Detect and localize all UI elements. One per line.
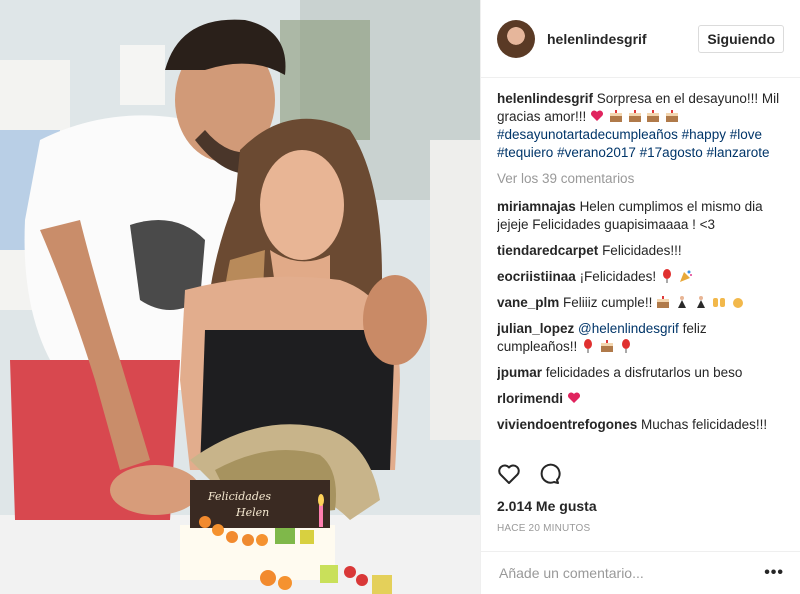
comment-username[interactable]: viviendoentrefogones — [497, 417, 637, 432]
likes-count[interactable]: 2.014 Me gusta — [497, 498, 597, 514]
comment-text: felicidades a disfrutarlos un beso — [545, 365, 743, 380]
hashtag[interactable]: #desayunotartadecumpleaños — [497, 127, 678, 142]
post-timestamp[interactable]: HACE 20 MINUTOS — [497, 523, 590, 534]
comment-username[interactable]: miriamnajas — [497, 199, 576, 214]
comment-text: ¡Felicidades! — [579, 269, 657, 284]
raised-hands-emoji-icon — [713, 298, 726, 307]
hashtag[interactable]: #17agosto — [640, 145, 703, 160]
caption: helenlindesgrif Sorpresa en el desayuno!… — [497, 90, 786, 162]
comment: tiendaredcarpet Felicidades!!! — [497, 242, 786, 260]
hashtag[interactable]: #love — [730, 127, 762, 142]
heart-icon[interactable] — [497, 462, 521, 486]
comment-mention[interactable]: @helenlindesgrif — [578, 321, 679, 336]
hashtag[interactable]: #happy — [682, 127, 726, 142]
heart-emoji-icon — [591, 110, 604, 121]
comment-username[interactable]: rlorimendi — [497, 391, 563, 406]
balloon-emoji-icon — [584, 339, 593, 353]
post-photo[interactable]: Felicidades Helen — [0, 0, 480, 594]
balloon-emoji-icon — [662, 269, 671, 283]
hashtag[interactable]: #lanzarote — [706, 145, 769, 160]
comment: miriamnajas Helen cumplimos el mismo dia… — [497, 198, 786, 234]
comment: viviendoentrefogones Muchas felicidades!… — [497, 416, 786, 434]
add-comment-input[interactable] — [497, 564, 765, 582]
cake-emoji-icon — [600, 340, 613, 352]
add-comment-bar: ••• — [481, 551, 800, 594]
comment: julian_lopez @helenlindesgrif feliz cump… — [497, 320, 786, 356]
cake-emoji-icon — [657, 296, 670, 308]
post-header: helenlindesgrif Siguiendo — [481, 0, 800, 78]
balloon-emoji-icon — [621, 339, 630, 353]
comment: eocriistiinaa ¡Felicidades! — [497, 268, 786, 286]
comment-text: Felicidades!!! — [602, 243, 682, 258]
cake-writing-name: Helen — [235, 506, 269, 519]
cake-writing: Felicidades — [207, 490, 271, 503]
caption-emojis — [590, 109, 680, 124]
comment-username[interactable]: julian_lopez — [497, 321, 574, 336]
more-options-icon[interactable]: ••• — [764, 564, 784, 582]
header-username[interactable]: helenlindesgrif — [547, 31, 698, 47]
cake-emoji-icon — [647, 110, 660, 122]
comment-username[interactable]: eocriistiinaa — [497, 269, 576, 284]
clapping-hands-emoji-icon — [733, 298, 744, 308]
view-all-comments-link[interactable]: Ver los 39 comentarios — [497, 170, 786, 188]
heart-emoji-icon — [567, 392, 580, 403]
comment-username[interactable]: vane_plm — [497, 295, 559, 310]
post-side-panel: helenlindesgrif Siguiendo helenlindesgri… — [480, 0, 800, 594]
comment: rlorimendi — [497, 390, 786, 408]
avatar[interactable] — [497, 19, 535, 58]
party-popper-emoji-icon — [679, 270, 692, 282]
following-button[interactable]: Siguiendo — [698, 24, 784, 53]
dancer-emoji-icon — [677, 296, 686, 308]
photo-illustration: Felicidades Helen — [0, 0, 480, 594]
cake-emoji-icon — [609, 110, 622, 122]
comment: vane_plm Feliiiz cumple!! — [497, 294, 786, 312]
comment-text: Muchas felicidades!!! — [641, 417, 768, 432]
post-actions — [497, 462, 561, 486]
comments-list: helenlindesgrif Sorpresa en el desayuno!… — [497, 90, 786, 456]
comment-text: Feliiiz cumple!! — [563, 295, 653, 310]
dancer-emoji-icon — [696, 296, 705, 308]
comment-username[interactable]: jpumar — [497, 365, 542, 380]
cake-emoji-icon — [628, 110, 641, 122]
cake-emoji-icon — [666, 110, 679, 122]
caption-username[interactable]: helenlindesgrif — [497, 91, 593, 106]
hashtag[interactable]: #verano2017 — [557, 145, 636, 160]
comment-username[interactable]: tiendaredcarpet — [497, 243, 598, 258]
instagram-post: Felicidades Helen helenlindesgrif Siguie… — [0, 0, 800, 594]
comment-icon[interactable] — [537, 462, 561, 486]
comment: jpumar felicidades a disfrutarlos un bes… — [497, 364, 786, 382]
hashtag[interactable]: #tequiero — [497, 145, 553, 160]
